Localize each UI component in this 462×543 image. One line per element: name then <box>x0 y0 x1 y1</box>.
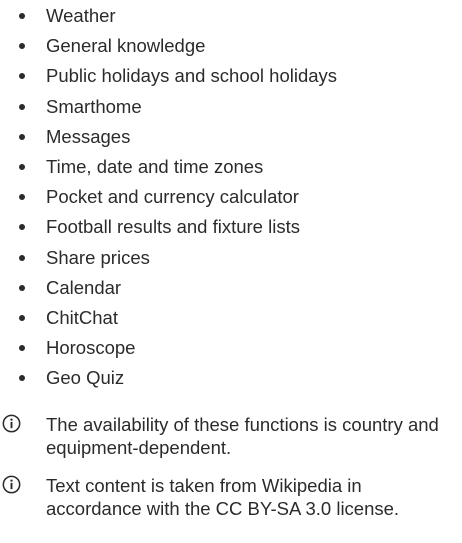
feature-list-item: Smarthome <box>0 92 462 122</box>
bullet-icon <box>19 73 25 80</box>
bullet-icon <box>19 133 25 140</box>
feature-label: Share prices <box>46 246 150 268</box>
feature-list-item: Calendar <box>0 273 462 303</box>
bullet-icon <box>19 163 25 170</box>
feature-list-item: General knowledge <box>0 31 462 61</box>
bullet-icon <box>19 194 25 201</box>
feature-label: Public holidays and school holidays <box>46 65 338 87</box>
feature-list-item: Horoscope <box>0 333 462 363</box>
feature-list-item: Football results and fixture lists <box>0 212 462 242</box>
note-text: The availability of these functions is c… <box>46 414 439 458</box>
feature-label: Geo Quiz <box>46 367 125 389</box>
feature-label: General knowledge <box>46 35 206 57</box>
feature-label: Time, date and time zones <box>46 155 264 177</box>
feature-label: Football results and fixture lists <box>46 216 300 238</box>
bullet-icon <box>19 103 25 110</box>
feature-label: ChitChat <box>46 306 118 328</box>
bullet-icon <box>19 314 25 321</box>
bullet-icon <box>19 224 25 231</box>
feature-list-item: Public holidays and school holidays <box>0 61 462 91</box>
feature-label: Pocket and currency calculator <box>46 186 299 208</box>
feature-label: Weather <box>46 5 116 26</box>
bullet-icon <box>19 13 25 19</box>
feature-label: Horoscope <box>46 337 136 359</box>
feature-label: Calendar <box>46 276 122 298</box>
bullet-icon <box>19 284 25 291</box>
bullet-icon <box>19 375 25 382</box>
feature-list-item: ChitChat <box>0 303 462 333</box>
feature-list-item: Time, date and time zones <box>0 152 462 182</box>
bullet-icon <box>19 345 25 352</box>
feature-label: Smarthome <box>46 95 142 117</box>
info-icon <box>2 414 21 433</box>
feature-list: Weather General knowledge Public holiday… <box>0 1 462 393</box>
info-icon <box>2 475 21 494</box>
bullet-icon <box>19 43 25 50</box>
bullet-icon <box>19 254 25 261</box>
feature-list-item: Pocket and currency calculator <box>0 182 462 212</box>
note-text: Text content is taken from Wikipedia in … <box>46 475 400 519</box>
feature-list-item: Messages <box>0 122 462 152</box>
feature-list-item: Weather <box>0 1 462 31</box>
license-note: Text content is taken from Wikipedia in … <box>0 474 462 522</box>
availability-note: The availability of these functions is c… <box>0 413 462 461</box>
feature-list-item: Share prices <box>0 243 462 273</box>
feature-label: Messages <box>46 125 131 147</box>
document-page: Weather General knowledge Public holiday… <box>0 0 462 543</box>
feature-list-item: Geo Quiz <box>0 363 462 393</box>
